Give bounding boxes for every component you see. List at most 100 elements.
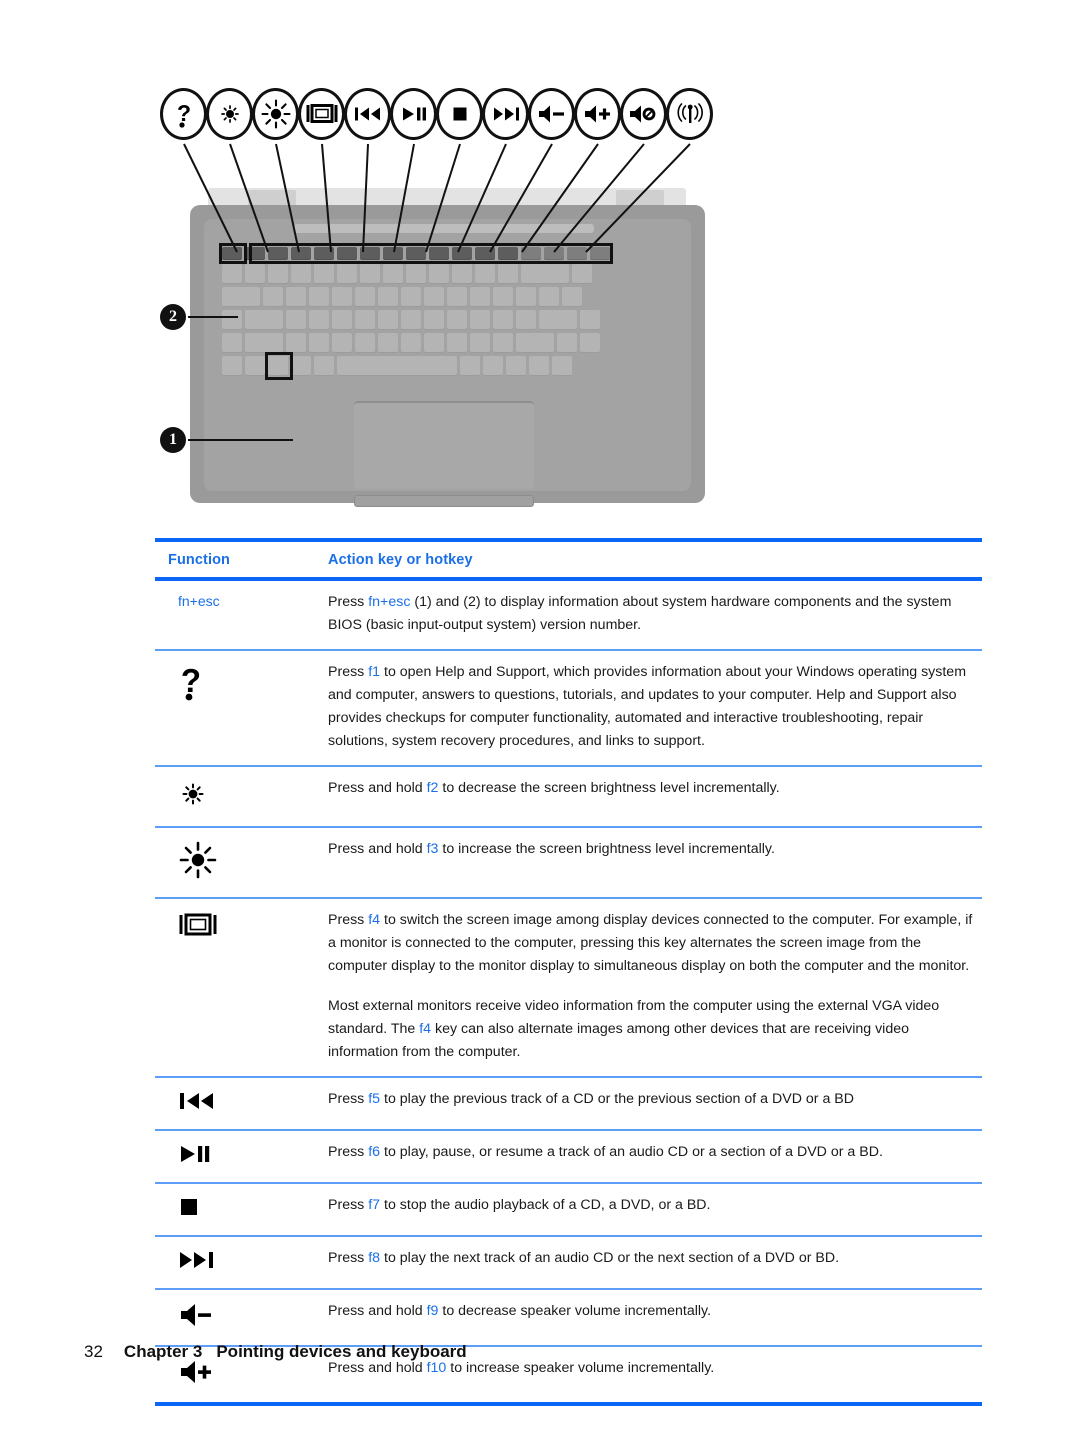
key-b	[378, 333, 398, 353]
table-cell-description: Press f6 to play, pause, or resume a tra…	[328, 1141, 982, 1170]
key-ctrl-left	[222, 356, 242, 376]
footer-page-number: 32	[84, 1342, 103, 1361]
key-shift-left	[245, 333, 283, 353]
table-row: Press and hold f2 to decrease the screen…	[155, 767, 982, 826]
table-row: Press f8 to play the next track of an au…	[155, 1237, 982, 1288]
key-m	[424, 333, 444, 353]
table-cell-description: Press fn+esc (1) and (2) to display info…	[328, 591, 982, 637]
callout-line-1	[188, 439, 293, 441]
key-slash	[493, 333, 513, 353]
description-paragraph: Press f5 to play the previous track of a…	[328, 1088, 976, 1111]
document-page: ? 2 1 Function Action key or hotkey fn+e…	[0, 0, 1080, 1437]
stop-icon	[178, 1196, 200, 1223]
display-switch-icon	[298, 88, 345, 140]
table-row: fn+esc Press fn+esc (1) and (2) to displa…	[155, 581, 982, 649]
description-text: to increase speaker volume incrementally…	[446, 1360, 715, 1376]
table-cell-function	[168, 1300, 328, 1333]
page-footer: 32 Chapter 3 Pointing devices and keyboa…	[84, 1342, 467, 1362]
description-text: Press	[328, 1144, 369, 1160]
svg-text:?: ?	[181, 663, 201, 699]
key-reference: f3	[426, 841, 439, 857]
key-reference: f5	[368, 1091, 381, 1107]
brightness-down-icon	[206, 88, 253, 140]
table-cell-description: Press and hold f2 to decrease the screen…	[328, 777, 982, 814]
key-arrow-down	[529, 356, 549, 376]
key-space	[337, 356, 457, 376]
wireless-icon	[666, 88, 713, 140]
key-reference: f7	[368, 1197, 381, 1213]
table-row: Press f4 to switch the screen image amon…	[155, 899, 982, 1076]
key-arrow-left	[506, 356, 526, 376]
key-comma	[447, 333, 467, 353]
svg-text:?: ?	[176, 100, 190, 126]
description-text: Press	[328, 594, 369, 610]
description-paragraph: Press f8 to play the next track of an au…	[328, 1247, 976, 1270]
key-c	[332, 333, 352, 353]
key-windows	[291, 356, 311, 376]
callout-badge-1: 1	[160, 427, 186, 453]
key-blank-2	[245, 356, 265, 376]
table-cell-description: Press f7 to stop the audio playback of a…	[328, 1194, 982, 1223]
key-reference: f8	[368, 1250, 381, 1266]
table-cell-description: Press f1 to open Help and Support, which…	[328, 661, 982, 753]
volume-up-icon	[574, 88, 621, 140]
volume-up-icon	[178, 1359, 216, 1390]
table-cell-description: Press and hold f9 to decrease speaker vo…	[328, 1300, 982, 1333]
action-keys-table: Function Action key or hotkey fn+esc Pres…	[155, 538, 982, 1406]
description-paragraph: Most external monitors receive video inf…	[328, 995, 976, 1064]
table-cell-function	[168, 1247, 328, 1276]
table-cell-function	[168, 909, 328, 1064]
key-reference: f10	[426, 1360, 447, 1376]
description-paragraph: Press f4 to switch the screen image amon…	[328, 909, 976, 978]
next-track-icon	[482, 88, 529, 140]
table-cell-function: fn+esc	[168, 591, 328, 637]
key-shift-right	[516, 333, 554, 353]
touchpad	[354, 401, 534, 489]
description-text: Press and hold	[328, 1303, 427, 1319]
key-reference: f2	[426, 780, 439, 796]
previous-track-icon	[178, 1090, 216, 1117]
play-pause-icon	[178, 1143, 212, 1170]
description-text: Press	[328, 1091, 369, 1107]
callout-line-2	[188, 316, 238, 318]
key-v	[355, 333, 375, 353]
description-text: to decrease speaker volume incrementally…	[438, 1303, 712, 1319]
description-text: to decrease the screen brightness level …	[438, 780, 780, 796]
footer-chapter: Chapter 3	[123, 1342, 203, 1361]
description-text: Press	[328, 912, 369, 928]
footer-title: Pointing devices and keyboard	[216, 1342, 467, 1361]
volume-down-icon	[178, 1302, 216, 1333]
header-action-key: Action key or hotkey	[328, 552, 473, 568]
key-reference: f6	[368, 1144, 381, 1160]
brightness-down-icon	[178, 779, 208, 814]
table-header-row: Function Action key or hotkey	[155, 542, 982, 577]
volume-down-icon	[528, 88, 575, 140]
table-row: Press f6 to play, pause, or resume a tra…	[155, 1131, 982, 1182]
key-period	[470, 333, 490, 353]
table-cell-description: Press f5 to play the previous track of a…	[328, 1088, 982, 1117]
description-paragraph: Press and hold f3 to increase the screen…	[328, 838, 976, 861]
key-reference: f4	[368, 912, 381, 928]
description-text: Press	[328, 664, 369, 680]
brightness-up-icon	[252, 88, 299, 140]
table-row: Press f5 to play the previous track of a…	[155, 1078, 982, 1129]
previous-track-icon	[344, 88, 391, 140]
keyboard-figure: ? 2 1	[160, 88, 730, 518]
header-function: Function	[168, 552, 231, 568]
table-row: Press and hold f9 to decrease speaker vo…	[155, 1290, 982, 1345]
description-paragraph: Press f6 to play, pause, or resume a tra…	[328, 1141, 976, 1164]
help-question-icon: ?	[160, 88, 207, 140]
description-text: Press and hold	[328, 780, 427, 796]
stop-icon	[436, 88, 483, 140]
table-cell-function	[168, 777, 328, 814]
key-x	[309, 333, 329, 353]
description-text: to open Help and Support, which provides…	[328, 664, 967, 749]
key-z	[286, 333, 306, 353]
key-arrow-up	[557, 333, 577, 353]
description-text: Press and hold	[328, 841, 427, 857]
key-end	[580, 333, 600, 353]
table-cell-description: Press f4 to switch the screen image amon…	[328, 909, 982, 1064]
hotkey-label: fn+esc	[178, 593, 220, 609]
key-n	[401, 333, 421, 353]
leader-lines	[183, 143, 691, 253]
